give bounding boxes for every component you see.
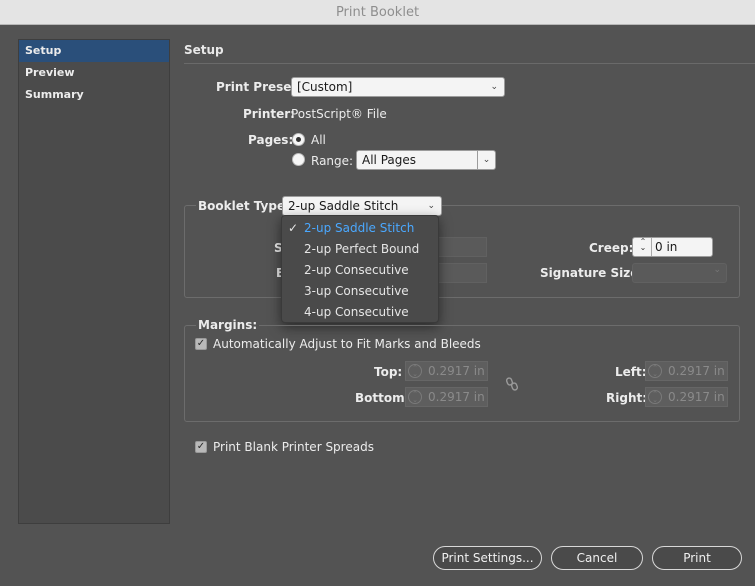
- stepper-icon: ⌃ ⌄: [408, 364, 422, 378]
- creep-value: 0 in: [655, 240, 678, 254]
- space-field: [436, 237, 487, 257]
- menu-item-2up-perfect-bound[interactable]: 2-up Perfect Bound: [282, 239, 438, 260]
- print-preset-label: Print Preset:: [216, 80, 302, 94]
- right-label: Right:: [606, 391, 648, 405]
- bottom-label: Bottom:: [355, 391, 410, 405]
- left-value: 0.2917 in: [668, 364, 725, 378]
- title-bar: Print Booklet: [0, 0, 755, 25]
- print-preset-dropdown[interactable]: [Custom] ⌄: [291, 77, 505, 97]
- section-divider: [184, 63, 755, 64]
- pages-range-radio[interactable]: [292, 153, 305, 166]
- print-settings-button[interactable]: Print Settings...: [433, 546, 542, 570]
- sidebar-item-preview[interactable]: Preview: [19, 62, 169, 84]
- window-title: Print Booklet: [335, 4, 420, 20]
- booklet-type-dropdown[interactable]: 2-up Saddle Stitch ⌄: [282, 196, 442, 216]
- margins-title: Margins:: [196, 318, 260, 332]
- top-field: ⌃ ⌄ 0.2917 in: [405, 361, 488, 381]
- pages-label: Pages:: [248, 133, 294, 147]
- creep-field[interactable]: ⌃ ⌄ 0 in: [632, 237, 713, 257]
- section-title: Setup: [184, 43, 224, 57]
- menu-item-4up-consecutive[interactable]: 4-up Consecutive: [282, 302, 438, 323]
- sidebar: Setup Preview Summary: [18, 39, 170, 524]
- stepper-icon: ⌃ ⌄: [408, 390, 422, 404]
- menu-item-3up-consecutive[interactable]: 3-up Consecutive: [282, 281, 438, 302]
- printer-label: Printer:: [243, 107, 295, 121]
- chevron-down-icon: ⌄: [490, 82, 498, 92]
- right-value: 0.2917 in: [668, 390, 725, 404]
- left-label: Left:: [615, 365, 647, 379]
- auto-adjust-label: Automatically Adjust to Fit Marks and Bl…: [213, 337, 481, 351]
- top-value: 0.2917 in: [428, 364, 485, 378]
- printer-value: PostScript® File: [291, 107, 387, 121]
- bottom-value: 0.2917 in: [428, 390, 485, 404]
- booklet-type-value: 2-up Saddle Stitch: [288, 199, 399, 213]
- booklet-type-menu: ✓ 2-up Saddle Stitch 2-up Perfect Bound …: [281, 215, 439, 323]
- stepper-icon[interactable]: ⌃ ⌄: [636, 238, 650, 253]
- print-blank-spreads-label: Print Blank Printer Spreads: [213, 440, 374, 454]
- top-label: Top:: [374, 365, 403, 379]
- chevron-down-icon: ⌄: [477, 151, 495, 169]
- cancel-button[interactable]: Cancel: [551, 546, 643, 570]
- print-preset-value: [Custom]: [297, 80, 353, 94]
- left-field: ⌃ ⌄ 0.2917 in: [645, 361, 728, 381]
- menu-item-2up-saddle-stitch[interactable]: ✓ 2-up Saddle Stitch: [282, 218, 438, 239]
- sidebar-item-setup[interactable]: Setup: [19, 40, 169, 62]
- sidebar-item-summary[interactable]: Summary: [19, 84, 169, 106]
- print-blank-spreads-checkbox[interactable]: ✓: [195, 441, 207, 453]
- signature-size-label: Signature Size:: [540, 266, 644, 280]
- booklet-type-label: Booklet Type:: [196, 199, 292, 213]
- chevron-down-icon: ⌄: [427, 201, 435, 211]
- right-field: ⌃ ⌄ 0.2917 in: [645, 387, 728, 407]
- chain-link-icon[interactable]: [505, 377, 519, 394]
- stepper-icon: ⌃ ⌄: [648, 390, 662, 404]
- pages-range-dropdown[interactable]: All Pages ⌄: [356, 150, 496, 170]
- auto-adjust-checkbox[interactable]: ✓: [195, 338, 207, 350]
- bleed-field: [436, 263, 487, 283]
- checkmark-icon: ✓: [288, 221, 299, 235]
- chevron-down-icon: ⌄: [713, 265, 721, 275]
- bottom-field: ⌃ ⌄ 0.2917 in: [405, 387, 488, 407]
- pages-all-label: All: [311, 133, 326, 147]
- stepper-icon: ⌃ ⌄: [648, 364, 662, 378]
- print-button[interactable]: Print: [652, 546, 742, 570]
- pages-range-value: All Pages: [362, 153, 416, 167]
- signature-size-dropdown: ⌄: [632, 263, 727, 283]
- creep-label: Creep:: [589, 241, 634, 255]
- pages-all-radio[interactable]: [292, 133, 305, 146]
- menu-item-2up-consecutive[interactable]: 2-up Consecutive: [282, 260, 438, 281]
- pages-range-label: Range:: [311, 154, 354, 168]
